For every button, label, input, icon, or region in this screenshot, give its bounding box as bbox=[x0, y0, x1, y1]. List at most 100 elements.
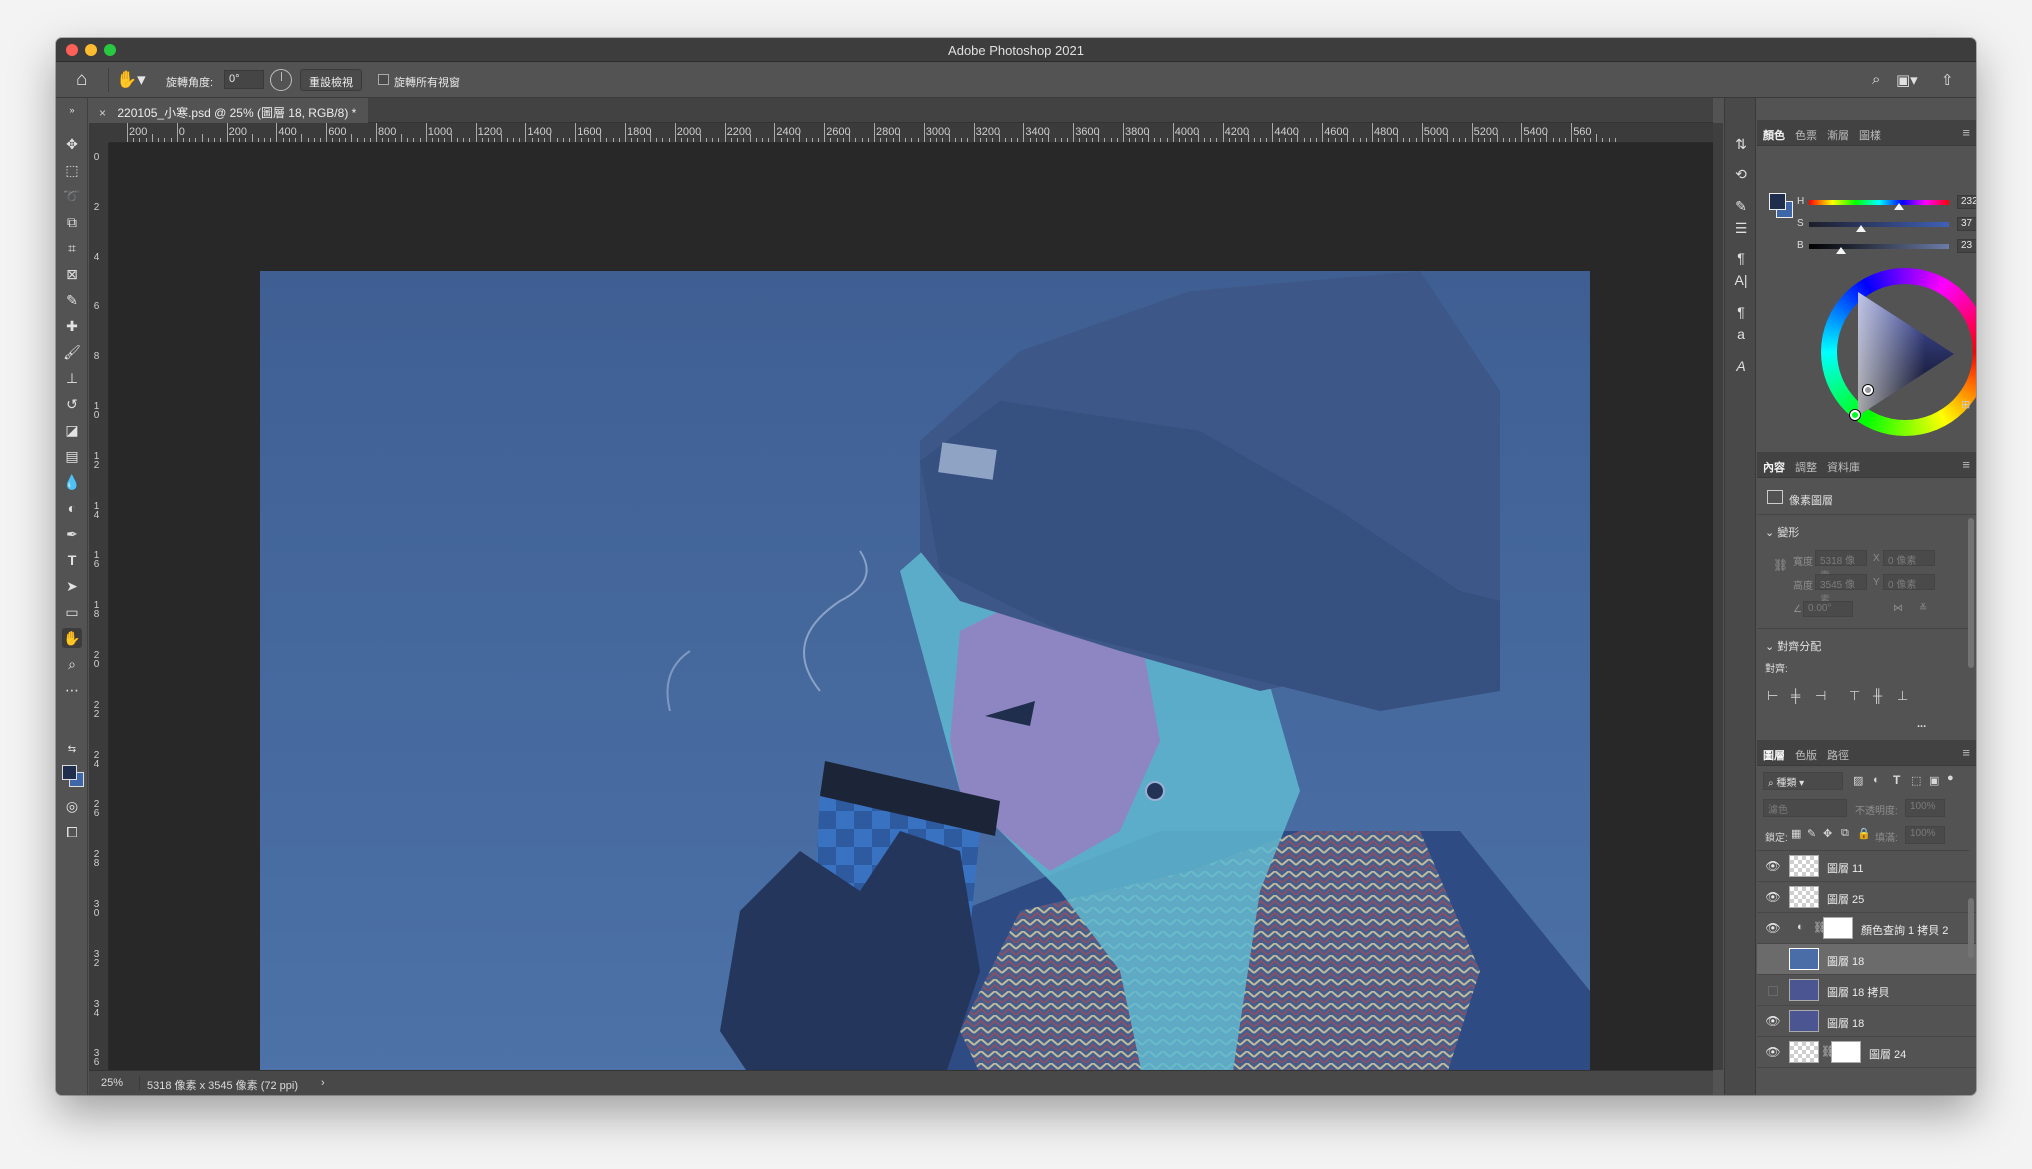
eye-icon[interactable]: 👁 bbox=[1765, 921, 1781, 935]
paragraph-styles-dock-icon[interactable]: ¶ bbox=[1731, 302, 1751, 322]
align-left-icon[interactable]: ⊢ bbox=[1767, 688, 1778, 704]
eye-icon[interactable]: 👁 bbox=[1765, 1045, 1781, 1059]
color-triangle-cursor[interactable] bbox=[1863, 385, 1873, 395]
opacity-input[interactable]: 100% bbox=[1905, 799, 1945, 817]
object-select-tool-icon[interactable]: ⧉ bbox=[62, 212, 82, 232]
tab-libraries[interactable]: 資料庫 bbox=[1827, 459, 1860, 475]
home-icon[interactable]: ⌂ bbox=[76, 70, 98, 90]
align-horizontal-center-icon[interactable]: ╪ bbox=[1791, 688, 1800, 703]
filter-pixel-icon[interactable]: ▨ bbox=[1853, 774, 1863, 787]
layer-row[interactable]: 👁 圖層 18 bbox=[1757, 1006, 1976, 1037]
foreground-color-swatch[interactable] bbox=[62, 765, 77, 780]
pen-tool-icon[interactable]: ✒ bbox=[62, 524, 82, 544]
layer-filter-kind-select[interactable]: ⌕ 種類 ▾ bbox=[1763, 772, 1843, 790]
link-dimensions-icon[interactable]: ⛓ bbox=[1773, 558, 1788, 572]
brightness-value-input[interactable]: 23 bbox=[1957, 239, 1976, 253]
align-top-icon[interactable]: ⊤ bbox=[1849, 688, 1860, 704]
eye-icon[interactable]: 👁 bbox=[1765, 859, 1781, 873]
history-brush-tool-icon[interactable]: ↺ bbox=[62, 394, 82, 414]
character-styles-dock-icon[interactable]: a bbox=[1731, 324, 1751, 344]
layer-row[interactable]: 👁 圖層 11 bbox=[1757, 851, 1976, 882]
blend-mode-select[interactable]: 濾色 bbox=[1763, 799, 1847, 817]
screen-mode-icon[interactable]: ⧠ bbox=[62, 822, 82, 842]
hue-slider-thumb[interactable] bbox=[1894, 203, 1905, 210]
x-input[interactable]: 0 像素 bbox=[1883, 550, 1935, 567]
paragraph-dock-icon[interactable]: ¶ bbox=[1731, 248, 1751, 268]
eyedropper-tool-icon[interactable]: ✎ bbox=[62, 290, 82, 310]
brush-tool-icon[interactable]: 🖌 bbox=[62, 342, 82, 362]
character-dock-icon[interactable]: A| bbox=[1731, 270, 1751, 290]
document-size-info[interactable]: 5318 像素 x 3545 像素 (72 ppi) bbox=[147, 1077, 298, 1093]
reset-view-button[interactable]: 重設檢視 bbox=[300, 69, 362, 91]
quick-mask-icon[interactable]: ◎ bbox=[62, 796, 82, 816]
layer-name[interactable]: 圖層 18 bbox=[1827, 1015, 1864, 1031]
status-menu-arrow-icon[interactable]: › bbox=[321, 1077, 325, 1089]
tab-swatches[interactable]: 色票 bbox=[1795, 127, 1817, 143]
saturation-value-input[interactable]: 37 bbox=[1957, 217, 1976, 231]
frame-tool-icon[interactable]: ⊠ bbox=[62, 264, 82, 284]
crop-tool-icon[interactable]: ⌗ bbox=[62, 238, 82, 258]
document-tab[interactable]: × 220105_小寒.psd @ 25% (圖層 18, RGB/8) * bbox=[89, 98, 369, 123]
clone-stamp-tool-icon[interactable]: ⊥ bbox=[62, 368, 82, 388]
search-icon[interactable]: ⌕ bbox=[1872, 71, 1880, 88]
rectangle-tool-icon[interactable]: ▭ bbox=[62, 602, 82, 622]
lock-transparent-icon[interactable]: ▦ bbox=[1791, 827, 1801, 840]
brush-settings-dock-icon[interactable]: ✎ bbox=[1731, 196, 1751, 216]
blur-tool-icon[interactable]: 💧 bbox=[62, 472, 82, 492]
tab-channels[interactable]: 色版 bbox=[1795, 747, 1817, 763]
brightness-slider-thumb[interactable] bbox=[1836, 247, 1847, 254]
tab-patterns[interactable]: 圖樣 bbox=[1859, 127, 1881, 143]
height-input[interactable]: 3545 像素 bbox=[1815, 574, 1867, 606]
flip-horizontal-icon[interactable]: ⋈ bbox=[1893, 603, 1903, 614]
rotate-angle-dial[interactable] bbox=[270, 69, 292, 91]
filter-type-icon[interactable]: T bbox=[1893, 773, 1900, 787]
layer-name[interactable]: 圖層 24 bbox=[1869, 1046, 1906, 1062]
filter-shape-icon[interactable]: ⬚ bbox=[1911, 774, 1921, 787]
layer-name[interactable]: 圖層 11 bbox=[1827, 860, 1863, 876]
pasteboard[interactable] bbox=[109, 143, 1713, 1095]
layer-row-selected[interactable]: 圖層 18 bbox=[1757, 944, 1976, 975]
canvas-vertical-scrollbar[interactable] bbox=[1713, 123, 1723, 1070]
layers-panel-menu-icon[interactable]: ≡ bbox=[1962, 745, 1970, 760]
saturation-slider-track[interactable] bbox=[1809, 222, 1949, 227]
fill-input[interactable]: 100% bbox=[1905, 826, 1945, 844]
y-input[interactable]: 0 像素 bbox=[1883, 574, 1935, 591]
history-dock-icon[interactable]: ⟲ bbox=[1731, 164, 1751, 184]
color-panel-menu-icon[interactable]: ≡ bbox=[1962, 125, 1970, 140]
transform-section-toggle[interactable]: ⌄ 變形 bbox=[1765, 524, 1799, 540]
healing-brush-tool-icon[interactable]: ✚ bbox=[62, 316, 82, 336]
filter-smart-object-icon[interactable]: ▣ bbox=[1929, 774, 1939, 787]
rotate-view-tool-icon[interactable]: ✋▾ bbox=[116, 70, 146, 90]
tab-adjustments[interactable]: 調整 bbox=[1795, 459, 1817, 475]
hue-value-input[interactable]: 232 bbox=[1957, 195, 1976, 209]
layer-row[interactable]: 👁 ◐ ⛓ 顏色查詢 1 拷貝 2 bbox=[1757, 913, 1976, 944]
width-input[interactable]: 5318 像素 bbox=[1815, 550, 1867, 582]
eye-icon[interactable]: 👁 bbox=[1765, 890, 1781, 904]
layers-scrollbar[interactable] bbox=[1968, 898, 1974, 958]
flip-vertical-icon[interactable]: ≚ bbox=[1919, 603, 1927, 614]
hidden-visibility-box[interactable] bbox=[1768, 986, 1778, 996]
align-section-toggle[interactable]: ⌄ 對齊分配 bbox=[1765, 638, 1821, 654]
gradient-tool-icon[interactable]: ▤ bbox=[62, 446, 82, 466]
eye-icon[interactable]: 👁 bbox=[1765, 1014, 1781, 1028]
swap-colors-icon[interactable]: ⇆ bbox=[62, 740, 82, 760]
more-options-icon[interactable]: ... bbox=[1917, 718, 1926, 730]
layer-row[interactable]: 👁 ⛓ 圖層 24 bbox=[1757, 1037, 1976, 1068]
tab-color[interactable]: 顏色 bbox=[1763, 127, 1785, 143]
rotate-all-windows-checkbox[interactable] bbox=[378, 74, 389, 85]
eraser-tool-icon[interactable]: ◪ bbox=[62, 420, 82, 440]
layer-name[interactable]: 圖層 18 bbox=[1827, 953, 1864, 969]
tab-layers[interactable]: 圖層 bbox=[1763, 747, 1785, 763]
hue-ring-cursor[interactable] bbox=[1850, 410, 1860, 420]
tab-paths[interactable]: 路徑 bbox=[1827, 747, 1849, 763]
layer-row[interactable]: 👁 圖層 25 bbox=[1757, 882, 1976, 913]
align-vertical-center-icon[interactable]: ╫ bbox=[1873, 688, 1882, 703]
layer-name[interactable]: 圖層 18 拷貝 bbox=[1827, 984, 1889, 1000]
glyphs-dock-icon[interactable]: A bbox=[1731, 356, 1751, 376]
tab-gradients[interactable]: 漸層 bbox=[1827, 127, 1849, 143]
filter-toggle-icon[interactable]: ● bbox=[1947, 772, 1954, 784]
channels-dock-icon[interactable]: ⇅ bbox=[1731, 134, 1751, 154]
rotate-angle-input[interactable]: 0° bbox=[224, 70, 264, 89]
hidden-visibility-box[interactable] bbox=[1768, 955, 1778, 965]
toolbar-collapse-icon[interactable]: » bbox=[62, 100, 82, 120]
